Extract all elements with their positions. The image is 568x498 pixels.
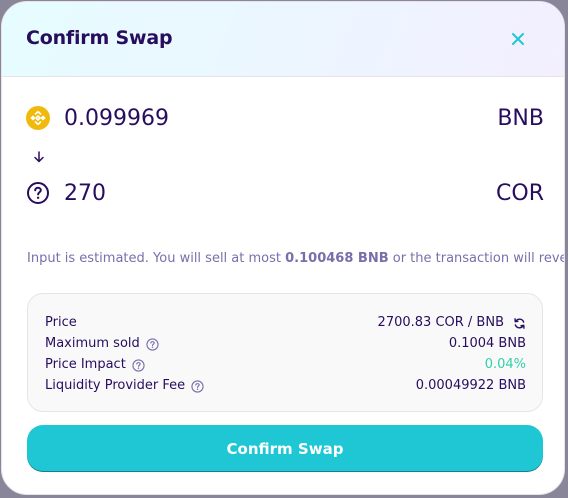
output-symbol: COR: [496, 181, 544, 206]
price-impact-label: Price Impact: [45, 357, 126, 372]
price-impact-value: 0.04%: [484, 357, 526, 372]
input-symbol: BNB: [497, 106, 544, 131]
input-token-row: 0.099969 BNB: [26, 104, 544, 134]
arrow-down-icon: [34, 151, 44, 163]
confirm-swap-button[interactable]: Confirm Swap: [27, 425, 543, 472]
swap-details-panel: Price 2700.83 COR / BNB Maximum sold 0.1…: [27, 293, 543, 412]
lp-fee-row: Liquidity Provider Fee 0.00049922 BNB: [45, 377, 526, 395]
price-value: 2700.83 COR / BNB: [377, 315, 504, 330]
help-icon[interactable]: [132, 358, 145, 372]
lp-fee-value: 0.00049922 BNB: [415, 378, 526, 393]
maximum-sold-label-group: Maximum sold: [45, 335, 159, 353]
unknown-token-icon: [27, 182, 49, 204]
estimate-note: Input is estimated. You will sell at mos…: [27, 250, 564, 268]
note-max-amount: 0.100468 BNB: [285, 251, 389, 266]
maximum-sold-value: 0.1004 BNB: [448, 336, 526, 351]
output-amount: 270: [64, 181, 106, 206]
price-value-group: 2700.83 COR / BNB: [378, 314, 526, 332]
maximum-sold-label: Maximum sold: [45, 336, 140, 351]
confirm-swap-modal: Confirm Swap 0.099969 BNB 270 COR Input …: [1, 1, 565, 495]
close-button[interactable]: [504, 25, 532, 53]
maximum-sold-row: Maximum sold 0.1004 BNB: [45, 335, 526, 353]
price-label: Price: [45, 315, 77, 330]
note-suffix: or the transaction will revert.: [388, 251, 565, 266]
refresh-icon[interactable]: [513, 317, 526, 330]
price-impact-row: Price Impact 0.04%: [45, 356, 526, 374]
price-row: Price 2700.83 COR / BNB: [45, 314, 526, 332]
input-amount: 0.099969: [64, 106, 169, 131]
help-icon[interactable]: [191, 379, 204, 393]
help-icon[interactable]: [146, 337, 159, 351]
lp-fee-label: Liquidity Provider Fee: [45, 378, 186, 393]
lp-fee-label-group: Liquidity Provider Fee: [45, 377, 204, 395]
output-token-row: 270 COR: [26, 179, 544, 209]
close-icon: [512, 33, 524, 45]
note-prefix: Input is estimated. You will sell at mos…: [27, 251, 286, 266]
modal-title: Confirm Swap: [26, 27, 173, 49]
bnb-icon: [26, 106, 50, 130]
price-impact-label-group: Price Impact: [45, 356, 145, 374]
modal-header: Confirm Swap: [2, 2, 564, 77]
